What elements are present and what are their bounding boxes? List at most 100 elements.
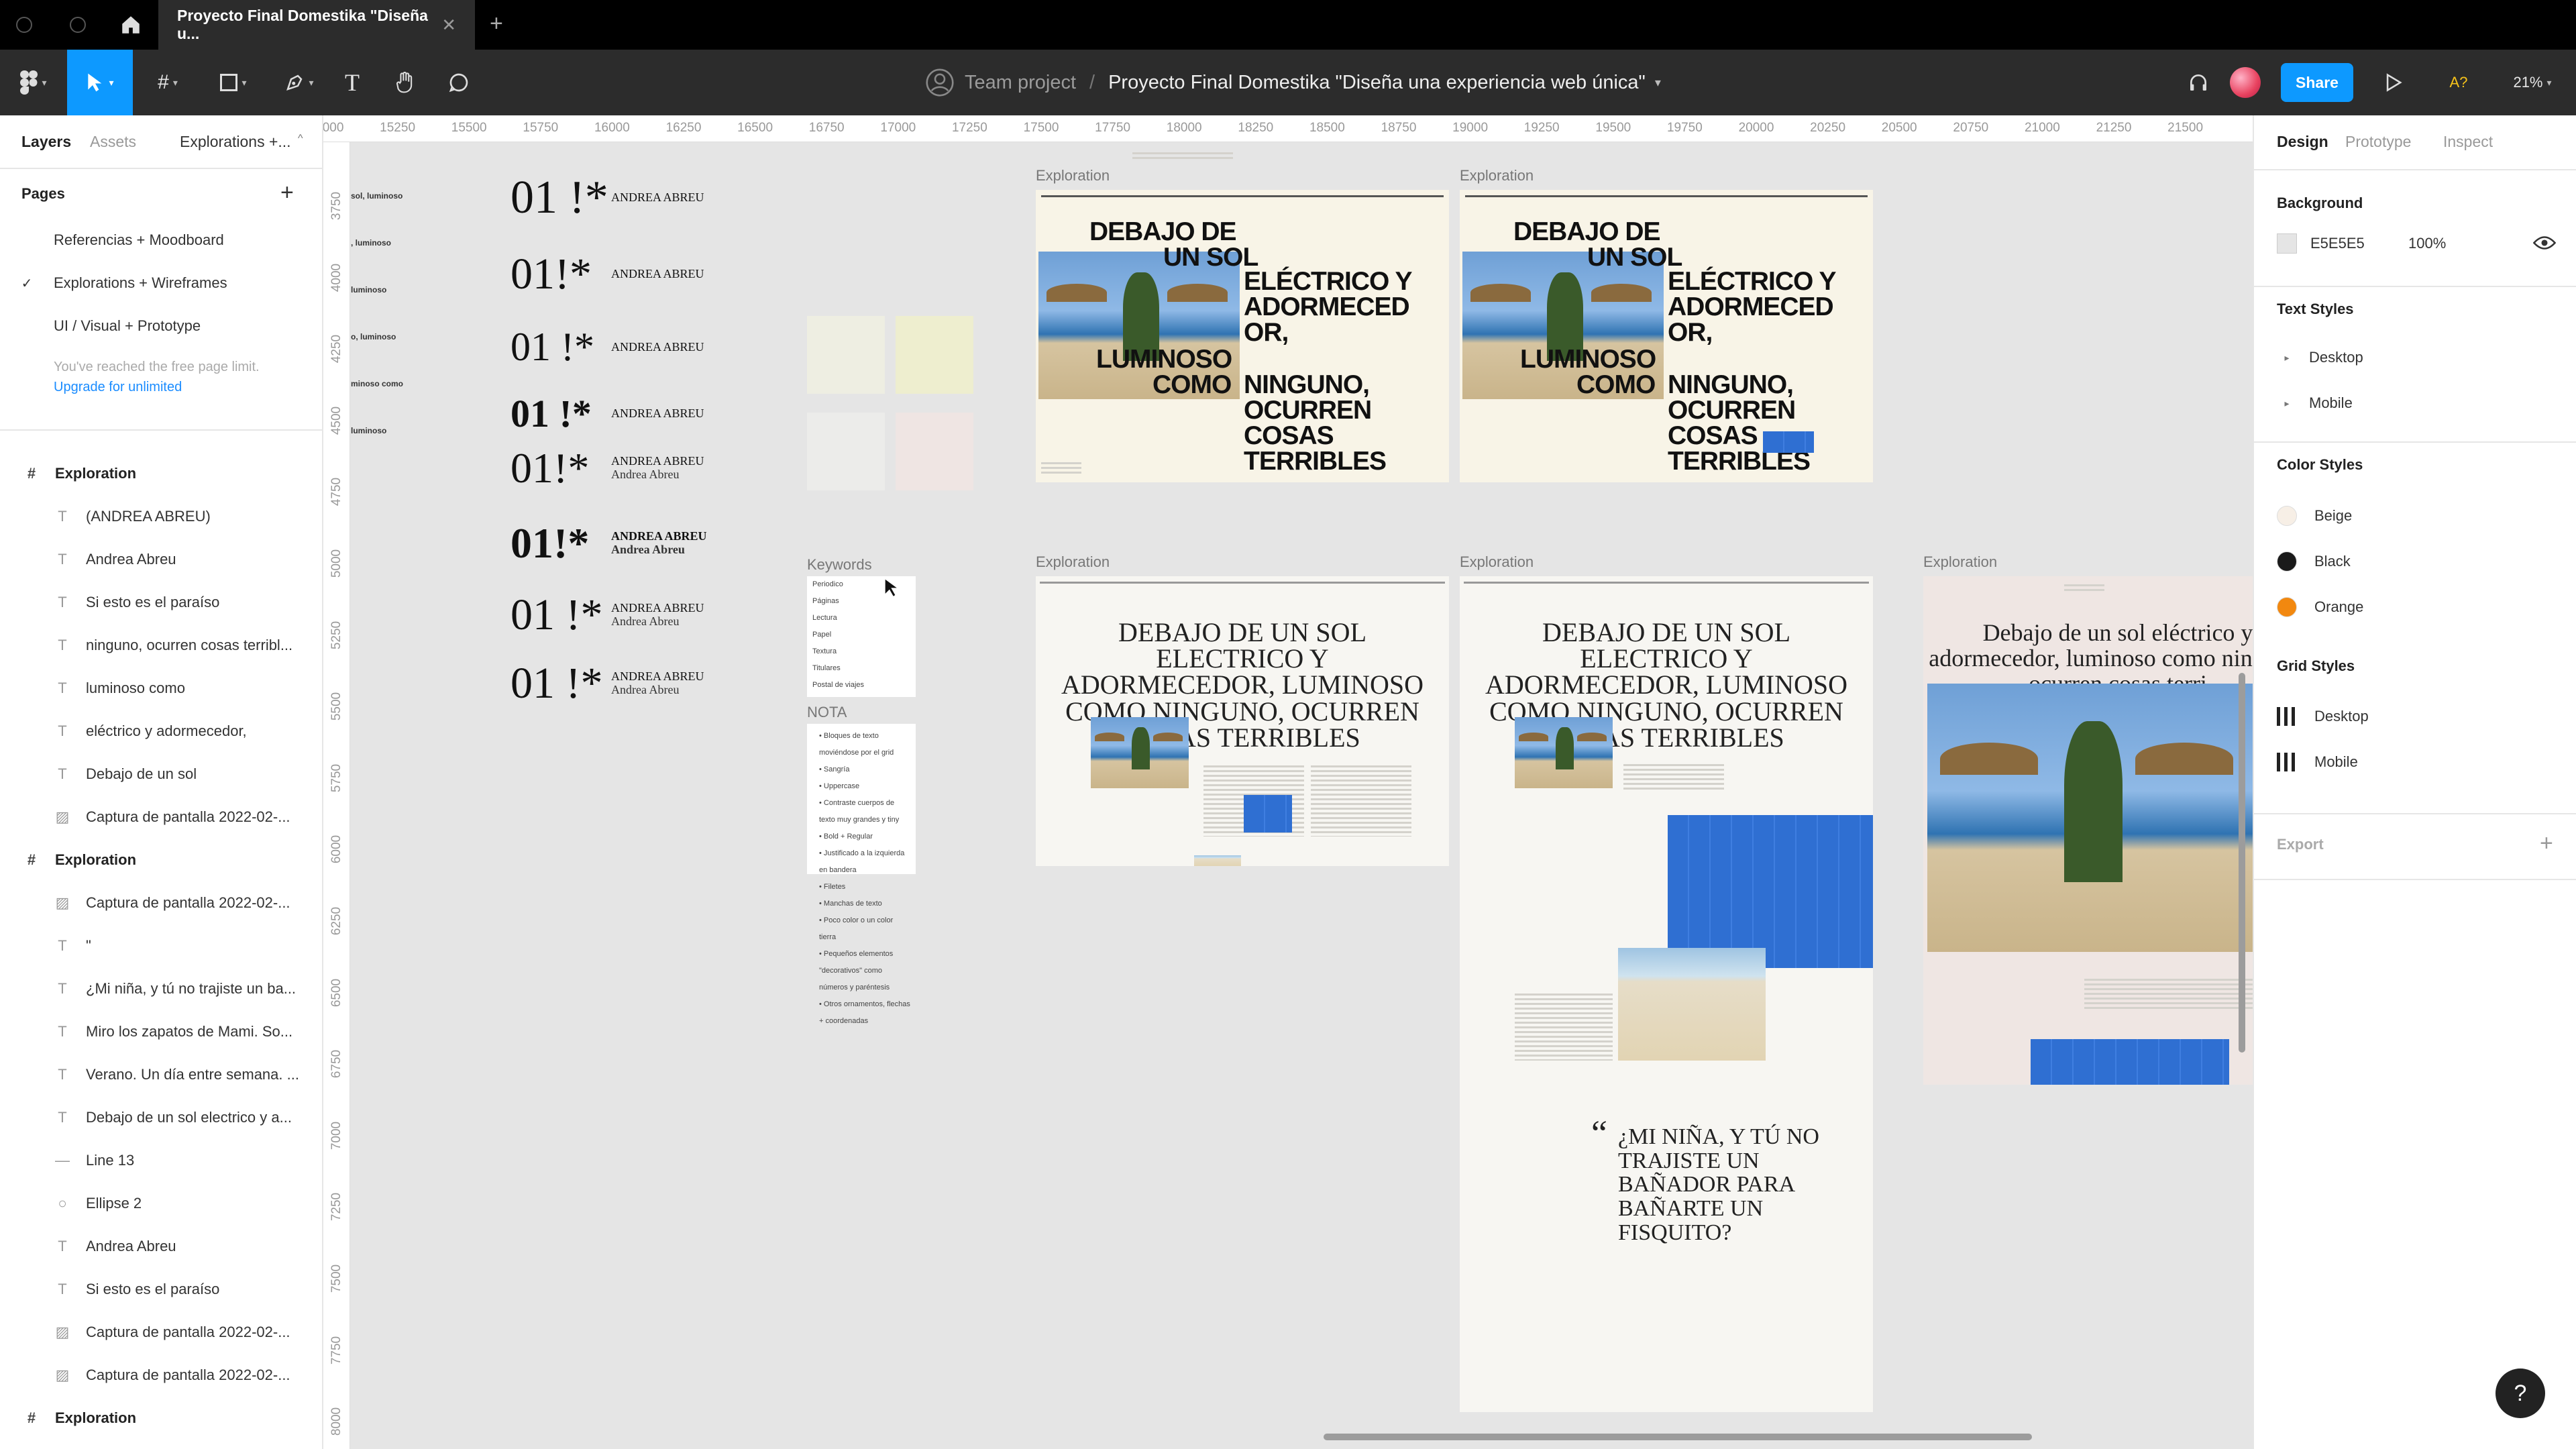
layer-row[interactable]: T Si esto es el paraíso — [0, 1268, 322, 1311]
frame-tool-button[interactable]: # ▾ — [142, 50, 193, 115]
window-close-dot[interactable] — [16, 17, 32, 33]
layer-row[interactable]: T " — [0, 924, 322, 967]
accessibility-check-button[interactable]: A? — [2442, 50, 2475, 115]
canvas[interactable]: sol, luminoso , luminoso luminoso o, lumino… — [351, 143, 2253, 1449]
layer-row[interactable]: #Exploration — [0, 1397, 322, 1440]
text-style-item[interactable]: ▸ Mobile — [2277, 394, 2352, 412]
color-style-item[interactable]: Beige — [2277, 506, 2352, 526]
swatch-pale-pink[interactable] — [896, 413, 973, 490]
close-tab-icon[interactable]: ✕ — [441, 15, 456, 36]
layer-row[interactable]: T Debajo de un sol — [0, 753, 322, 796]
page-item[interactable]: ✓ Explorations + Wireframes — [0, 262, 322, 305]
serif-frame-5[interactable]: Debajo de un sol eléctrico y adormecedor… — [1923, 576, 2253, 1085]
type-specimen[interactable]: 01 !* ANDREA ABREU Andrea Abreu — [511, 658, 704, 709]
layer-row[interactable]: T Andrea Abreu — [0, 1225, 322, 1268]
file-name[interactable]: Proyecto Final Domestika "Diseña una exp… — [1108, 72, 1646, 94]
home-icon[interactable] — [119, 13, 142, 36]
layer-row[interactable]: T Andrea Abreu — [0, 538, 322, 581]
layer-row[interactable]: T Verano. Un día entre semana. ... — [0, 1053, 322, 1096]
layer-row[interactable]: ▨ Captura de pantalla 2022-02-... — [0, 1311, 322, 1354]
color-style-item[interactable]: Black — [2277, 551, 2351, 572]
poster-frame-2[interactable]: DEBAJO DE UN SOL ELÉCTRICO Y ADORMECED O… — [1460, 190, 1873, 482]
zoom-level[interactable]: 21% ▾ — [2502, 50, 2563, 115]
text-style-item[interactable]: ▸ Desktop — [2277, 349, 2363, 366]
background-hex[interactable]: E5E5E5 — [2310, 235, 2408, 252]
layer-row[interactable]: #Exploration — [0, 452, 322, 495]
move-tool-button[interactable]: ▾ — [67, 50, 133, 115]
layer-row[interactable]: T Debajo de un sol electrico y a... — [0, 1096, 322, 1139]
add-export-button[interactable]: + — [2540, 830, 2553, 857]
pen-tool-button[interactable]: ▾ — [274, 50, 325, 115]
type-specimen[interactable]: 01 !* ANDREA ABREU — [511, 391, 704, 436]
headphones-icon[interactable] — [2182, 50, 2215, 115]
tab-assets[interactable]: Assets — [90, 133, 136, 151]
swatch-light-grey[interactable] — [807, 413, 885, 490]
present-play-icon[interactable] — [2380, 50, 2407, 115]
serif-frame-3[interactable]: DEBAJO DE UN SOL ELECTRICO Y ADORMECEDOR… — [1036, 576, 1449, 866]
vertical-scrollbar[interactable] — [2239, 673, 2245, 1053]
layer-row[interactable]: ▨ Captura de pantalla 2022-02-... — [0, 881, 322, 924]
layer-row[interactable]: #Exploration — [0, 839, 322, 881]
tab-inspect[interactable]: Inspect — [2443, 133, 2493, 151]
page-item[interactable]: UI / Visual + Prototype — [0, 305, 322, 347]
serif-frame-4[interactable]: DEBAJO DE UN SOL ELECTRICO Y ADORMECEDOR… — [1460, 576, 1873, 1412]
file-tab[interactable]: Proyecto Final Domestika "Diseña u... ✕ — [158, 0, 475, 50]
frame-label-2[interactable]: Exploration — [1460, 167, 1534, 184]
team-project-link[interactable]: Team project — [965, 72, 1076, 94]
color-style-item[interactable]: Orange — [2277, 597, 2363, 617]
chevron-up-icon[interactable]: ^ — [298, 133, 303, 145]
upgrade-link[interactable]: Upgrade for unlimited — [54, 380, 182, 395]
file-menu-chevron-icon[interactable]: ▾ — [1655, 76, 1661, 90]
page-item[interactable]: Referencias + Moodboard — [0, 219, 322, 262]
layer-row[interactable]: #Exploration — [0, 1440, 322, 1449]
frame-label-3[interactable]: Exploration — [1036, 553, 1110, 571]
grid-style-item[interactable]: Mobile — [2277, 753, 2358, 771]
layer-row[interactable]: T ¿Mi niña, y tú no trajiste un ba... — [0, 967, 322, 1010]
frame-label-4[interactable]: Exploration — [1460, 553, 1534, 571]
type-specimen[interactable]: 01!* ANDREA ABREU — [511, 249, 704, 300]
layer-row[interactable]: T Si esto es el paraíso — [0, 581, 322, 624]
type-specimen[interactable]: 01!* ANDREA ABREU Andrea Abreu — [511, 443, 704, 493]
main-menu-button[interactable]: ▾ — [9, 50, 58, 115]
eye-visibility-icon[interactable] — [2532, 235, 2557, 254]
layer-row[interactable]: ▨ Captura de pantalla 2022-02-... — [0, 1354, 322, 1397]
background-opacity[interactable]: 100% — [2408, 235, 2446, 252]
layer-row[interactable]: Tninguno, ocurren cosas terribl... — [0, 624, 322, 667]
tab-prototype[interactable]: Prototype — [2345, 133, 2411, 151]
layer-row[interactable]: T (ANDREA ABREU) — [0, 495, 322, 538]
add-page-button[interactable]: + — [280, 180, 294, 206]
type-specimen[interactable]: 01 !* ANDREA ABREU Andrea Abreu — [511, 590, 704, 641]
type-specimen[interactable]: 01!* ANDREA ABREU Andrea Abreu — [511, 519, 707, 568]
tab-design[interactable]: Design — [2277, 133, 2328, 151]
share-button[interactable]: Share — [2281, 63, 2353, 102]
layer-row[interactable]: ▨ Captura de pantalla 2022-02-... — [0, 796, 322, 839]
text-tool-icon[interactable]: T — [335, 50, 369, 115]
new-tab-button[interactable]: + — [490, 11, 503, 37]
background-fill-row[interactable]: E5E5E5 100% — [2277, 233, 2446, 254]
current-page-selector[interactable]: Explorations +... — [180, 133, 291, 151]
layer-row[interactable]: T Miro los zapatos de Mami. So... — [0, 1010, 322, 1053]
nota-card[interactable]: • Bloques de texto moviéndose por el gri… — [807, 724, 916, 1025]
grid-style-item[interactable]: Desktop — [2277, 707, 2369, 726]
layer-row[interactable]: Tluminoso como — [0, 667, 322, 710]
expand-caret-icon[interactable]: ▸ — [2277, 398, 2297, 409]
frame-label-1[interactable]: Exploration — [1036, 167, 1110, 184]
expand-caret-icon[interactable]: ▸ — [2277, 352, 2297, 364]
user-avatar[interactable] — [2230, 67, 2261, 98]
poster-frame-1[interactable]: DEBAJO DE UN SOL ELÉCTRICO Y ADORMECED O… — [1036, 190, 1449, 482]
swatch-pale-yellow[interactable] — [896, 316, 973, 394]
layer-row[interactable]: Teléctrico y adormecedor, — [0, 710, 322, 753]
layer-row[interactable]: — Line 13 — [0, 1139, 322, 1182]
tab-layers[interactable]: Layers — [21, 133, 71, 151]
hand-tool-icon[interactable] — [385, 50, 425, 115]
comment-tool-icon[interactable] — [439, 50, 479, 115]
window-minimize-dot[interactable] — [70, 17, 86, 33]
horizontal-scrollbar[interactable] — [1324, 1434, 2032, 1440]
type-specimen[interactable]: 01 !* ANDREA ABREU — [511, 171, 704, 225]
help-button[interactable]: ? — [2496, 1368, 2545, 1418]
swatch-light-olive[interactable] — [807, 316, 885, 394]
frame-label-5[interactable]: Exploration — [1923, 553, 1997, 571]
shape-tool-button[interactable]: ▾ — [208, 50, 259, 115]
layer-row[interactable]: ○ Ellipse 2 — [0, 1182, 322, 1225]
type-specimen[interactable]: 01 !* ANDREA ABREU — [511, 324, 704, 370]
